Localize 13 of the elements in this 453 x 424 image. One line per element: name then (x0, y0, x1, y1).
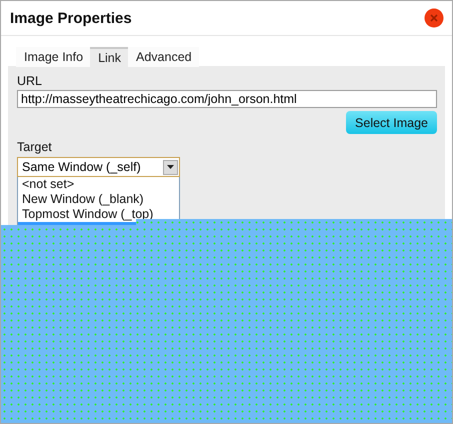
target-dropdown[interactable]: Same Window (_self) (17, 157, 180, 177)
close-icon[interactable] (424, 8, 444, 28)
dropdown-option[interactable]: <not set> (18, 177, 179, 192)
window-title: Image Properties (10, 10, 132, 26)
tab[interactable]: Link (90, 47, 128, 67)
url-field[interactable]: http://masseytheatrechicago.com/john_orson.html (17, 90, 437, 108)
dropdown-option[interactable]: New Window (_blank) (18, 192, 179, 207)
select-image-button[interactable]: Select Image (346, 111, 437, 134)
tab[interactable]: Image Info (16, 47, 90, 67)
field-label: Target (17, 140, 52, 155)
dropdown-option[interactable]: Topmost Window (_top) (18, 207, 179, 222)
field-label: URL (17, 74, 42, 89)
tab[interactable]: Advanced (128, 47, 199, 67)
